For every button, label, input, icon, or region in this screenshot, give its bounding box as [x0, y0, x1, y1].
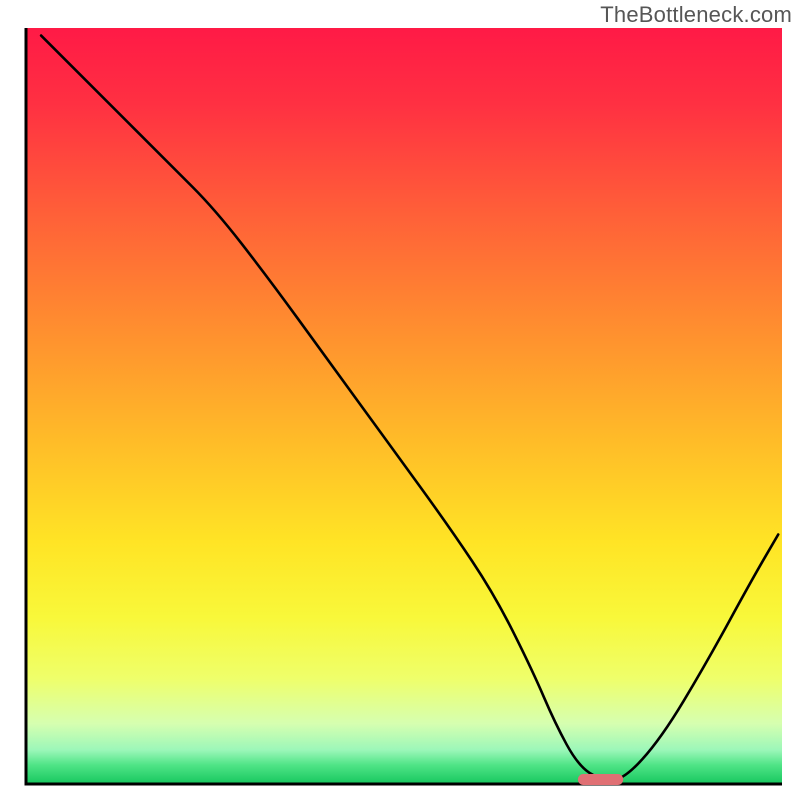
chart-svg	[0, 0, 800, 800]
gradient-background	[26, 28, 782, 784]
watermark-text: TheBottleneck.com	[600, 2, 792, 28]
bottleneck-chart: TheBottleneck.com	[0, 0, 800, 800]
optimal-range-marker	[578, 774, 623, 785]
